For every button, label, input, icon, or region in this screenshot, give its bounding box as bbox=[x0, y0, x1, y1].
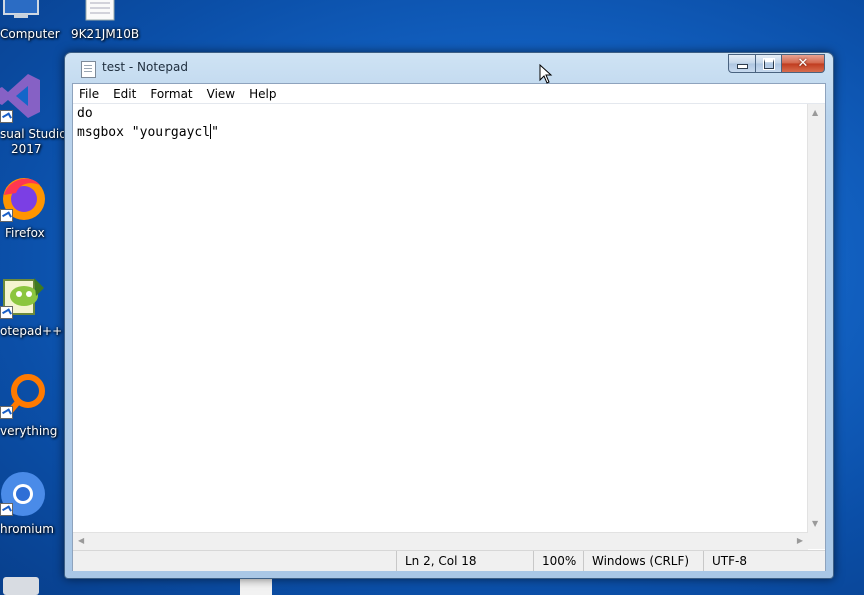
minimize-button[interactable] bbox=[728, 54, 756, 73]
editor-line: do bbox=[77, 106, 93, 121]
editor-line: msgbox "yourgaycl" bbox=[77, 124, 219, 140]
scroll-left-icon[interactable]: ◀ bbox=[78, 536, 84, 545]
scroll-right-icon[interactable]: ▶ bbox=[797, 536, 803, 545]
notepad-window[interactable]: test - Notepad ✕ File Edit Format View H… bbox=[64, 52, 834, 579]
status-position: Ln 2, Col 18 bbox=[396, 551, 477, 571]
status-bar: Ln 2, Col 18 100% Windows (CRLF) UTF-8 bbox=[73, 550, 825, 571]
shortcut-arrow-icon bbox=[0, 503, 13, 516]
title-bar[interactable]: test - Notepad ✕ bbox=[65, 53, 833, 83]
scrollbar-corner bbox=[808, 532, 825, 549]
desktop-icon-label: hromium bbox=[0, 522, 54, 536]
status-zoom: 100% bbox=[533, 551, 576, 571]
scroll-down-icon[interactable]: ▼ bbox=[812, 519, 818, 528]
maximize-icon bbox=[762, 57, 775, 70]
menu-view[interactable]: View bbox=[200, 87, 242, 101]
horizontal-scrollbar[interactable]: ◀ ▶ bbox=[73, 532, 808, 550]
shortcut-arrow-icon bbox=[0, 209, 13, 222]
mouse-cursor-icon bbox=[539, 64, 553, 84]
text-file-icon bbox=[85, 0, 115, 21]
text-editor[interactable]: do msgbox "yourgaycl" bbox=[73, 104, 808, 532]
close-button[interactable]: ✕ bbox=[782, 54, 825, 73]
desktop-icon-label: 9K21JM10B bbox=[71, 27, 140, 41]
vertical-scrollbar[interactable]: ▲ ▼ bbox=[807, 104, 825, 532]
shortcut-arrow-icon bbox=[0, 306, 13, 319]
status-encoding: UTF-8 bbox=[703, 551, 747, 571]
minimize-icon bbox=[736, 64, 748, 69]
notepad-client: File Edit Format View Help do msgbox "yo… bbox=[72, 83, 826, 571]
editor-line-text: " bbox=[211, 125, 219, 140]
window-title: test - Notepad bbox=[102, 60, 188, 74]
menu-help[interactable]: Help bbox=[242, 87, 283, 101]
partial-desktop-icon[interactable] bbox=[3, 577, 39, 595]
scroll-up-icon[interactable]: ▲ bbox=[812, 108, 818, 117]
notepad-icon bbox=[81, 61, 96, 78]
desktop-icon-label: Firefox bbox=[5, 226, 45, 240]
desktop-icon-label: sual Studio bbox=[0, 127, 67, 141]
desktop-icon-label: Computer bbox=[0, 27, 60, 41]
shortcut-arrow-icon bbox=[0, 406, 13, 419]
menu-file[interactable]: File bbox=[73, 87, 106, 101]
computer-icon bbox=[3, 0, 39, 18]
desktop-icon-label: 2017 bbox=[11, 142, 42, 156]
maximize-button[interactable] bbox=[756, 54, 782, 73]
editor-line-text: do bbox=[77, 106, 93, 121]
menu-edit[interactable]: Edit bbox=[106, 87, 143, 101]
desktop-icon-label: verything bbox=[0, 424, 58, 438]
caption-buttons: ✕ bbox=[728, 54, 825, 73]
close-icon: ✕ bbox=[797, 56, 809, 71]
status-line-endings: Windows (CRLF) bbox=[583, 551, 689, 571]
menu-format[interactable]: Format bbox=[143, 87, 199, 101]
menu-bar: File Edit Format View Help bbox=[73, 84, 825, 104]
desktop-icon-label: otepad++ bbox=[0, 324, 63, 338]
shortcut-arrow-icon bbox=[0, 110, 13, 123]
editor-line-text: msgbox "yourgaycl bbox=[77, 125, 211, 140]
partial-desktop-icon[interactable] bbox=[240, 579, 272, 595]
